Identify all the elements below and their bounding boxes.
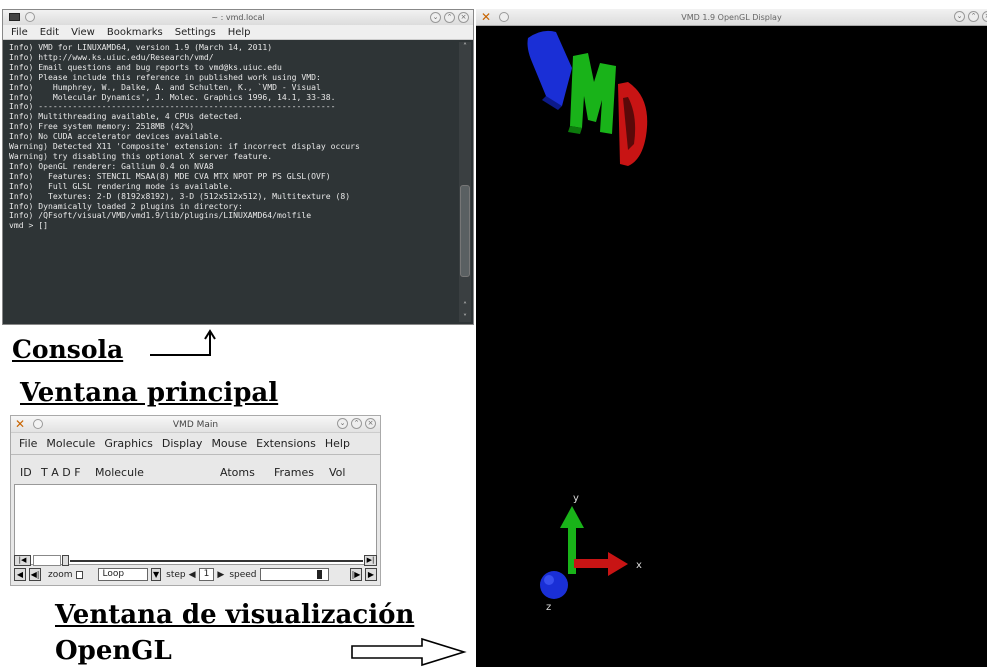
- close-icon[interactable]: ×: [458, 12, 469, 23]
- terminal-output[interactable]: Info) VMD for LINUXAMD64, version 1.9 (M…: [3, 41, 457, 324]
- menu-file[interactable]: File: [19, 437, 37, 450]
- menu-settings[interactable]: Settings: [175, 27, 216, 38]
- col-id[interactable]: ID: [20, 466, 32, 479]
- terminal-menubar: File Edit View Bookmarks Settings Help: [3, 25, 473, 40]
- label-main-window: Ventana principal: [20, 378, 279, 408]
- zoom-label: zoom: [48, 569, 73, 580]
- menu-file[interactable]: File: [11, 27, 28, 38]
- last-frame-icon[interactable]: ▶|: [364, 555, 377, 566]
- vmd-main-title: VMD Main: [172, 420, 219, 430]
- terminal-titlebar: ~ : vmd.local ⌄ ⌃ ×: [3, 10, 473, 25]
- opengl-titlebar: ✕ VMD 1.9 OpenGL Display ⌄ ⌃ ×: [476, 9, 987, 26]
- menu-bookmarks[interactable]: Bookmarks: [107, 27, 163, 38]
- animation-controls: ◀ ◀| zoom Loop ▼ step ◀ 1 ▶ speed |▶ ▶: [14, 567, 377, 582]
- terminal-title: ~ : vmd.local: [211, 13, 265, 22]
- molecule-list-header: ID T A D F Molecule Atoms Frames Vol: [11, 464, 380, 483]
- scroll-up-icon[interactable]: ˄: [459, 42, 471, 51]
- step-label: step: [166, 569, 186, 580]
- z-axis-sphere-icon: [540, 571, 568, 599]
- speed-slider[interactable]: [259, 568, 329, 581]
- axis-z-label: z: [546, 602, 551, 613]
- arrow-up-icon: [150, 329, 216, 356]
- speed-label: speed: [229, 569, 257, 580]
- play-forward-icon[interactable]: |▶: [350, 568, 362, 581]
- menu-display[interactable]: Display: [162, 437, 203, 450]
- scrollbar-thumb[interactable]: [460, 185, 470, 277]
- first-frame-icon[interactable]: |◀: [14, 555, 31, 566]
- axes-indicator: y x z: [540, 493, 642, 613]
- maximize-icon[interactable]: ⌃: [444, 12, 455, 23]
- slider-track[interactable]: [70, 560, 363, 562]
- step-field[interactable]: 1: [198, 568, 215, 581]
- menu-help[interactable]: Help: [228, 27, 251, 38]
- scroll-up-icon-2[interactable]: ˄: [459, 301, 471, 310]
- maximize-icon[interactable]: ⌃: [351, 418, 362, 429]
- step-forward-icon[interactable]: ▶: [365, 568, 377, 581]
- minimize-icon[interactable]: ⌄: [430, 12, 441, 23]
- maximize-icon[interactable]: ⌃: [968, 11, 979, 22]
- frame-field[interactable]: [33, 555, 61, 566]
- menu-edit[interactable]: Edit: [40, 27, 59, 38]
- close-icon[interactable]: ×: [365, 418, 376, 429]
- terminal-window: ~ : vmd.local ⌄ ⌃ × File Edit View Bookm…: [2, 9, 474, 325]
- chevron-down-icon[interactable]: ▼: [151, 568, 162, 581]
- label-display-window: Ventana de visualización: [55, 600, 415, 630]
- frame-slider[interactable]: |◀ ▶|: [14, 555, 377, 567]
- minimize-icon[interactable]: ⌄: [337, 418, 348, 429]
- step-decrement-icon[interactable]: ◀: [189, 570, 196, 580]
- loop-value: Loop: [102, 569, 125, 579]
- menu-mouse[interactable]: Mouse: [211, 437, 247, 450]
- terminal-line: vmd > []: [9, 220, 48, 231]
- scroll-down-icon[interactable]: ˅: [459, 313, 471, 322]
- terminal-line: Info) Textures: 2-D (8192x8192), 3-D (51…: [9, 190, 351, 201]
- loop-select[interactable]: Loop: [98, 568, 149, 581]
- step-increment-icon[interactable]: ▶: [217, 570, 224, 580]
- menu-molecule[interactable]: Molecule: [46, 437, 95, 450]
- menu-help[interactable]: Help: [325, 437, 350, 450]
- step-back-icon[interactable]: ◀: [14, 568, 26, 581]
- vmd-main-titlebar: ✕ VMD Main ⌄ ⌃ ×: [11, 416, 380, 433]
- y-axis-arrow-icon: [560, 506, 584, 528]
- zoom-checkbox[interactable]: [75, 570, 84, 579]
- opengl-title: VMD 1.9 OpenGL Display: [681, 13, 782, 22]
- speed-thumb[interactable]: [317, 570, 322, 579]
- arrow-right-icon: [351, 637, 467, 667]
- vmd-main-window: ✕ VMD Main ⌄ ⌃ × File Molecule Graphics …: [10, 415, 381, 586]
- label-console: Consola: [12, 335, 124, 364]
- opengl-canvas[interactable]: y x z: [476, 26, 987, 667]
- x-axis-arrow-icon: [608, 552, 628, 576]
- x-axis-shaft: [574, 559, 610, 568]
- minimize-icon[interactable]: ⌄: [954, 11, 965, 22]
- menu-graphics[interactable]: Graphics: [104, 437, 153, 450]
- menu-view[interactable]: View: [71, 27, 95, 38]
- col-atoms[interactable]: Atoms: [220, 466, 255, 479]
- col-frames[interactable]: Frames: [274, 466, 314, 479]
- terminal-line: Info) /QFsoft/visual/VMD/vmd1.9/lib/plug…: [9, 210, 312, 221]
- opengl-display-window: ✕ VMD 1.9 OpenGL Display ⌄ ⌃ ×: [476, 9, 987, 667]
- molecule-list[interactable]: [14, 484, 377, 565]
- col-molecule[interactable]: Molecule: [95, 466, 144, 479]
- terminal-scrollbar[interactable]: ˄ ˄ ˅: [459, 42, 471, 322]
- vmd-logo: [527, 30, 648, 166]
- vmd-main-menubar: File Molecule Graphics Display Mouse Ext…: [11, 433, 380, 455]
- label-opengl: OpenGL: [55, 636, 172, 666]
- axis-x-label: x: [636, 560, 642, 571]
- col-tadf[interactable]: T A D F: [41, 466, 81, 479]
- slider-thumb[interactable]: [62, 555, 69, 566]
- axis-y-label: y: [573, 493, 579, 504]
- col-vol[interactable]: Vol: [329, 466, 345, 479]
- play-back-icon[interactable]: ◀|: [29, 568, 41, 581]
- close-icon[interactable]: ×: [982, 11, 987, 22]
- menu-extensions[interactable]: Extensions: [256, 437, 316, 450]
